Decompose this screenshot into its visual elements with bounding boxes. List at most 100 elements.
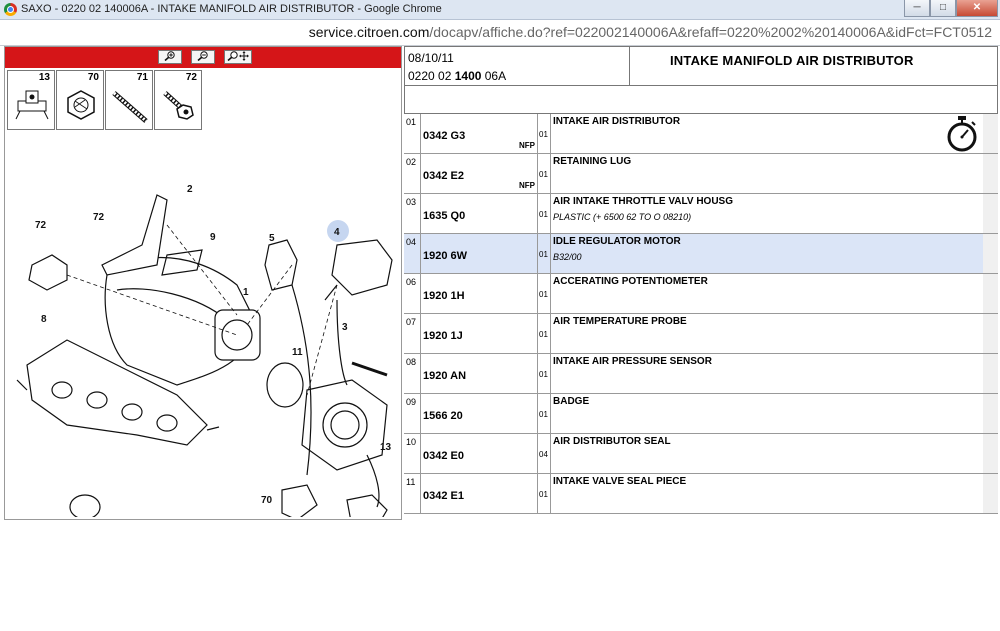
table-row[interactable]: 02 0342 E2 NFP 01 RETAINING LUG (404, 154, 998, 194)
quantity-cell: 01 (537, 354, 551, 393)
ref-bold: 1400 (454, 69, 482, 83)
item-number-cell: 09 (404, 394, 421, 433)
part-ref-cell: 1635 Q0 (420, 194, 538, 233)
item-number: 08 (406, 357, 417, 367)
table-row[interactable]: 08 1920 AN 01 INTAKE AIR PRESSURE SENSOR (404, 354, 998, 394)
table-row[interactable]: 03 1635 Q0 01 AIR INTAKE THROTTLE VALV H… (404, 194, 998, 234)
callout-1: 1 (243, 287, 249, 298)
part-reference[interactable]: 1920 1J (423, 330, 463, 342)
quantity: 01 (539, 290, 548, 299)
part-reference[interactable]: 0342 E1 (423, 490, 464, 502)
item-number-cell: 06 (404, 274, 421, 313)
zoom-in-button[interactable] (158, 50, 182, 64)
thumbnail-70[interactable]: 70 (56, 70, 104, 130)
callout-8: 8 (41, 314, 47, 325)
part-reference[interactable]: 0342 E0 (423, 450, 464, 462)
callout-9: 9 (210, 232, 216, 243)
quantity: 01 (539, 170, 548, 179)
zoom-out-button[interactable] (191, 50, 215, 64)
magnifier-minus-icon (197, 51, 208, 62)
item-number: 04 (406, 237, 417, 247)
bracket-icon (15, 90, 49, 120)
nfp-flag: NFP (519, 141, 535, 150)
item-number: 11 (406, 477, 416, 487)
window-title: SAXO - 0220 02 140006A - INTAKE MANIFOLD… (21, 3, 442, 15)
maximize-button[interactable]: □ (930, 0, 956, 17)
table-row[interactable]: 01 0342 G3 NFP 01 INTAKE AIR DISTRIBUTOR (404, 114, 998, 154)
part-reference[interactable]: 1920 6W (423, 250, 467, 262)
part-ref-cell: 1566 20 (420, 394, 538, 433)
table-row[interactable]: 04 1920 6W 01 IDLE REGULATOR MOTOR B32/00 (404, 234, 998, 274)
document-reference: 0220 02 1400 06A (408, 69, 506, 83)
quantity: 01 (539, 250, 548, 259)
part-description: INTAKE VALVE SEAL PIECE (553, 476, 687, 487)
table-row[interactable]: 10 0342 E0 04 AIR DISTRIBUTOR SEAL (404, 434, 998, 474)
description-cell: IDLE REGULATOR MOTOR B32/00 (550, 234, 984, 273)
quantity-cell: 01 (537, 394, 551, 433)
quantity: 04 (539, 450, 548, 459)
nut-icon (67, 90, 95, 120)
item-number: 07 (406, 317, 417, 327)
part-reference[interactable]: 1920 1H (423, 290, 465, 302)
part-description: INTAKE AIR PRESSURE SENSOR (553, 356, 712, 367)
callout-5: 5 (269, 233, 275, 244)
quantity: 01 (539, 210, 548, 219)
title-cell: INTAKE MANIFOLD AIR DISTRIBUTOR (630, 46, 998, 86)
quantity: 01 (539, 130, 548, 139)
stopwatch-icon[interactable] (945, 116, 979, 152)
part-note: B32/00 (553, 252, 582, 262)
part-ref-cell: 0342 E0 (420, 434, 538, 473)
valve-seal (266, 362, 304, 408)
thumbnail-71[interactable]: 71 (105, 70, 153, 130)
table-row[interactable]: 07 1920 1J 01 AIR TEMPERATURE PROBE (404, 314, 998, 354)
row-scroll-gutter (983, 354, 998, 393)
quantity: 01 (539, 330, 548, 339)
browser-window: SAXO - 0220 02 140006A - INTAKE MANIFOLD… (0, 0, 1000, 524)
parts-panel: 08/10/11 0220 02 1400 06A INTAKE MANIFOL… (404, 46, 998, 520)
description-cell: AIR TEMPERATURE PROBE (550, 314, 984, 353)
part-ref-cell: 0342 G3 NFP (420, 114, 538, 153)
document-header: 08/10/11 0220 02 1400 06A (404, 46, 630, 86)
item-number: 02 (406, 157, 417, 167)
row-scroll-gutter (983, 394, 998, 433)
close-button[interactable]: ✕ (956, 0, 998, 17)
callout-72-b: 72 (35, 220, 47, 231)
part-note: PLASTIC (+ 6500 62 TO O 08210) (553, 212, 692, 222)
item-number: 10 (406, 437, 417, 447)
row-scroll-gutter (983, 314, 998, 353)
table-row[interactable]: 06 1920 1H 01 ACCERATING POTENTIOMETER (404, 274, 998, 314)
document-date: 08/10/11 (408, 51, 454, 65)
part-reference[interactable]: 1566 20 (423, 410, 463, 422)
minimize-button[interactable]: ─ (904, 0, 930, 17)
callout-13: 13 (380, 442, 392, 453)
part-reference[interactable]: 0342 E2 (423, 170, 464, 182)
parts-table: 01 0342 G3 NFP 01 INTAKE AIR DISTRIBUTOR … (404, 114, 998, 514)
url-text[interactable]: service.citroen.com/docapv/affiche.do?re… (309, 24, 992, 40)
part-description: IDLE REGULATOR MOTOR (553, 236, 681, 247)
magnifier-plus-icon (164, 51, 175, 62)
part-reference[interactable]: 1635 Q0 (423, 210, 465, 222)
part-ref-cell: 1920 AN (420, 354, 538, 393)
thumbnail-72[interactable]: 72 (154, 70, 202, 130)
table-row[interactable]: 11 0342 E1 01 INTAKE VALVE SEAL PIECE (404, 474, 998, 514)
thumbnail-number: 71 (136, 72, 148, 83)
thumbnail-13[interactable]: 13 (7, 70, 55, 130)
item-number: 06 (406, 277, 417, 287)
callout-4: 4 (334, 227, 340, 238)
part-description: INTAKE AIR DISTRIBUTOR (553, 116, 681, 127)
part-reference[interactable]: 0342 G3 (423, 130, 465, 142)
address-bar[interactable]: service.citroen.com/docapv/affiche.do?re… (0, 20, 1000, 46)
item-number-cell: 01 (404, 114, 421, 153)
ref-suffix: 06A (481, 69, 507, 83)
thumbnail-number: 72 (185, 72, 197, 83)
part-reference[interactable]: 1920 AN (423, 370, 466, 382)
throttle-housing (301, 379, 388, 471)
quantity: 01 (539, 370, 548, 379)
part-description: ACCERATING POTENTIOMETER (553, 276, 708, 287)
item-number: 03 (406, 197, 417, 207)
table-row[interactable]: 09 1566 20 01 BADGE (404, 394, 998, 434)
part-description: AIR INTAKE THROTTLE VALV HOUSG (553, 196, 733, 207)
zoom-fit-button[interactable] (224, 50, 252, 64)
quantity-cell: 01 (537, 474, 551, 513)
part-description: BADGE (553, 396, 590, 407)
